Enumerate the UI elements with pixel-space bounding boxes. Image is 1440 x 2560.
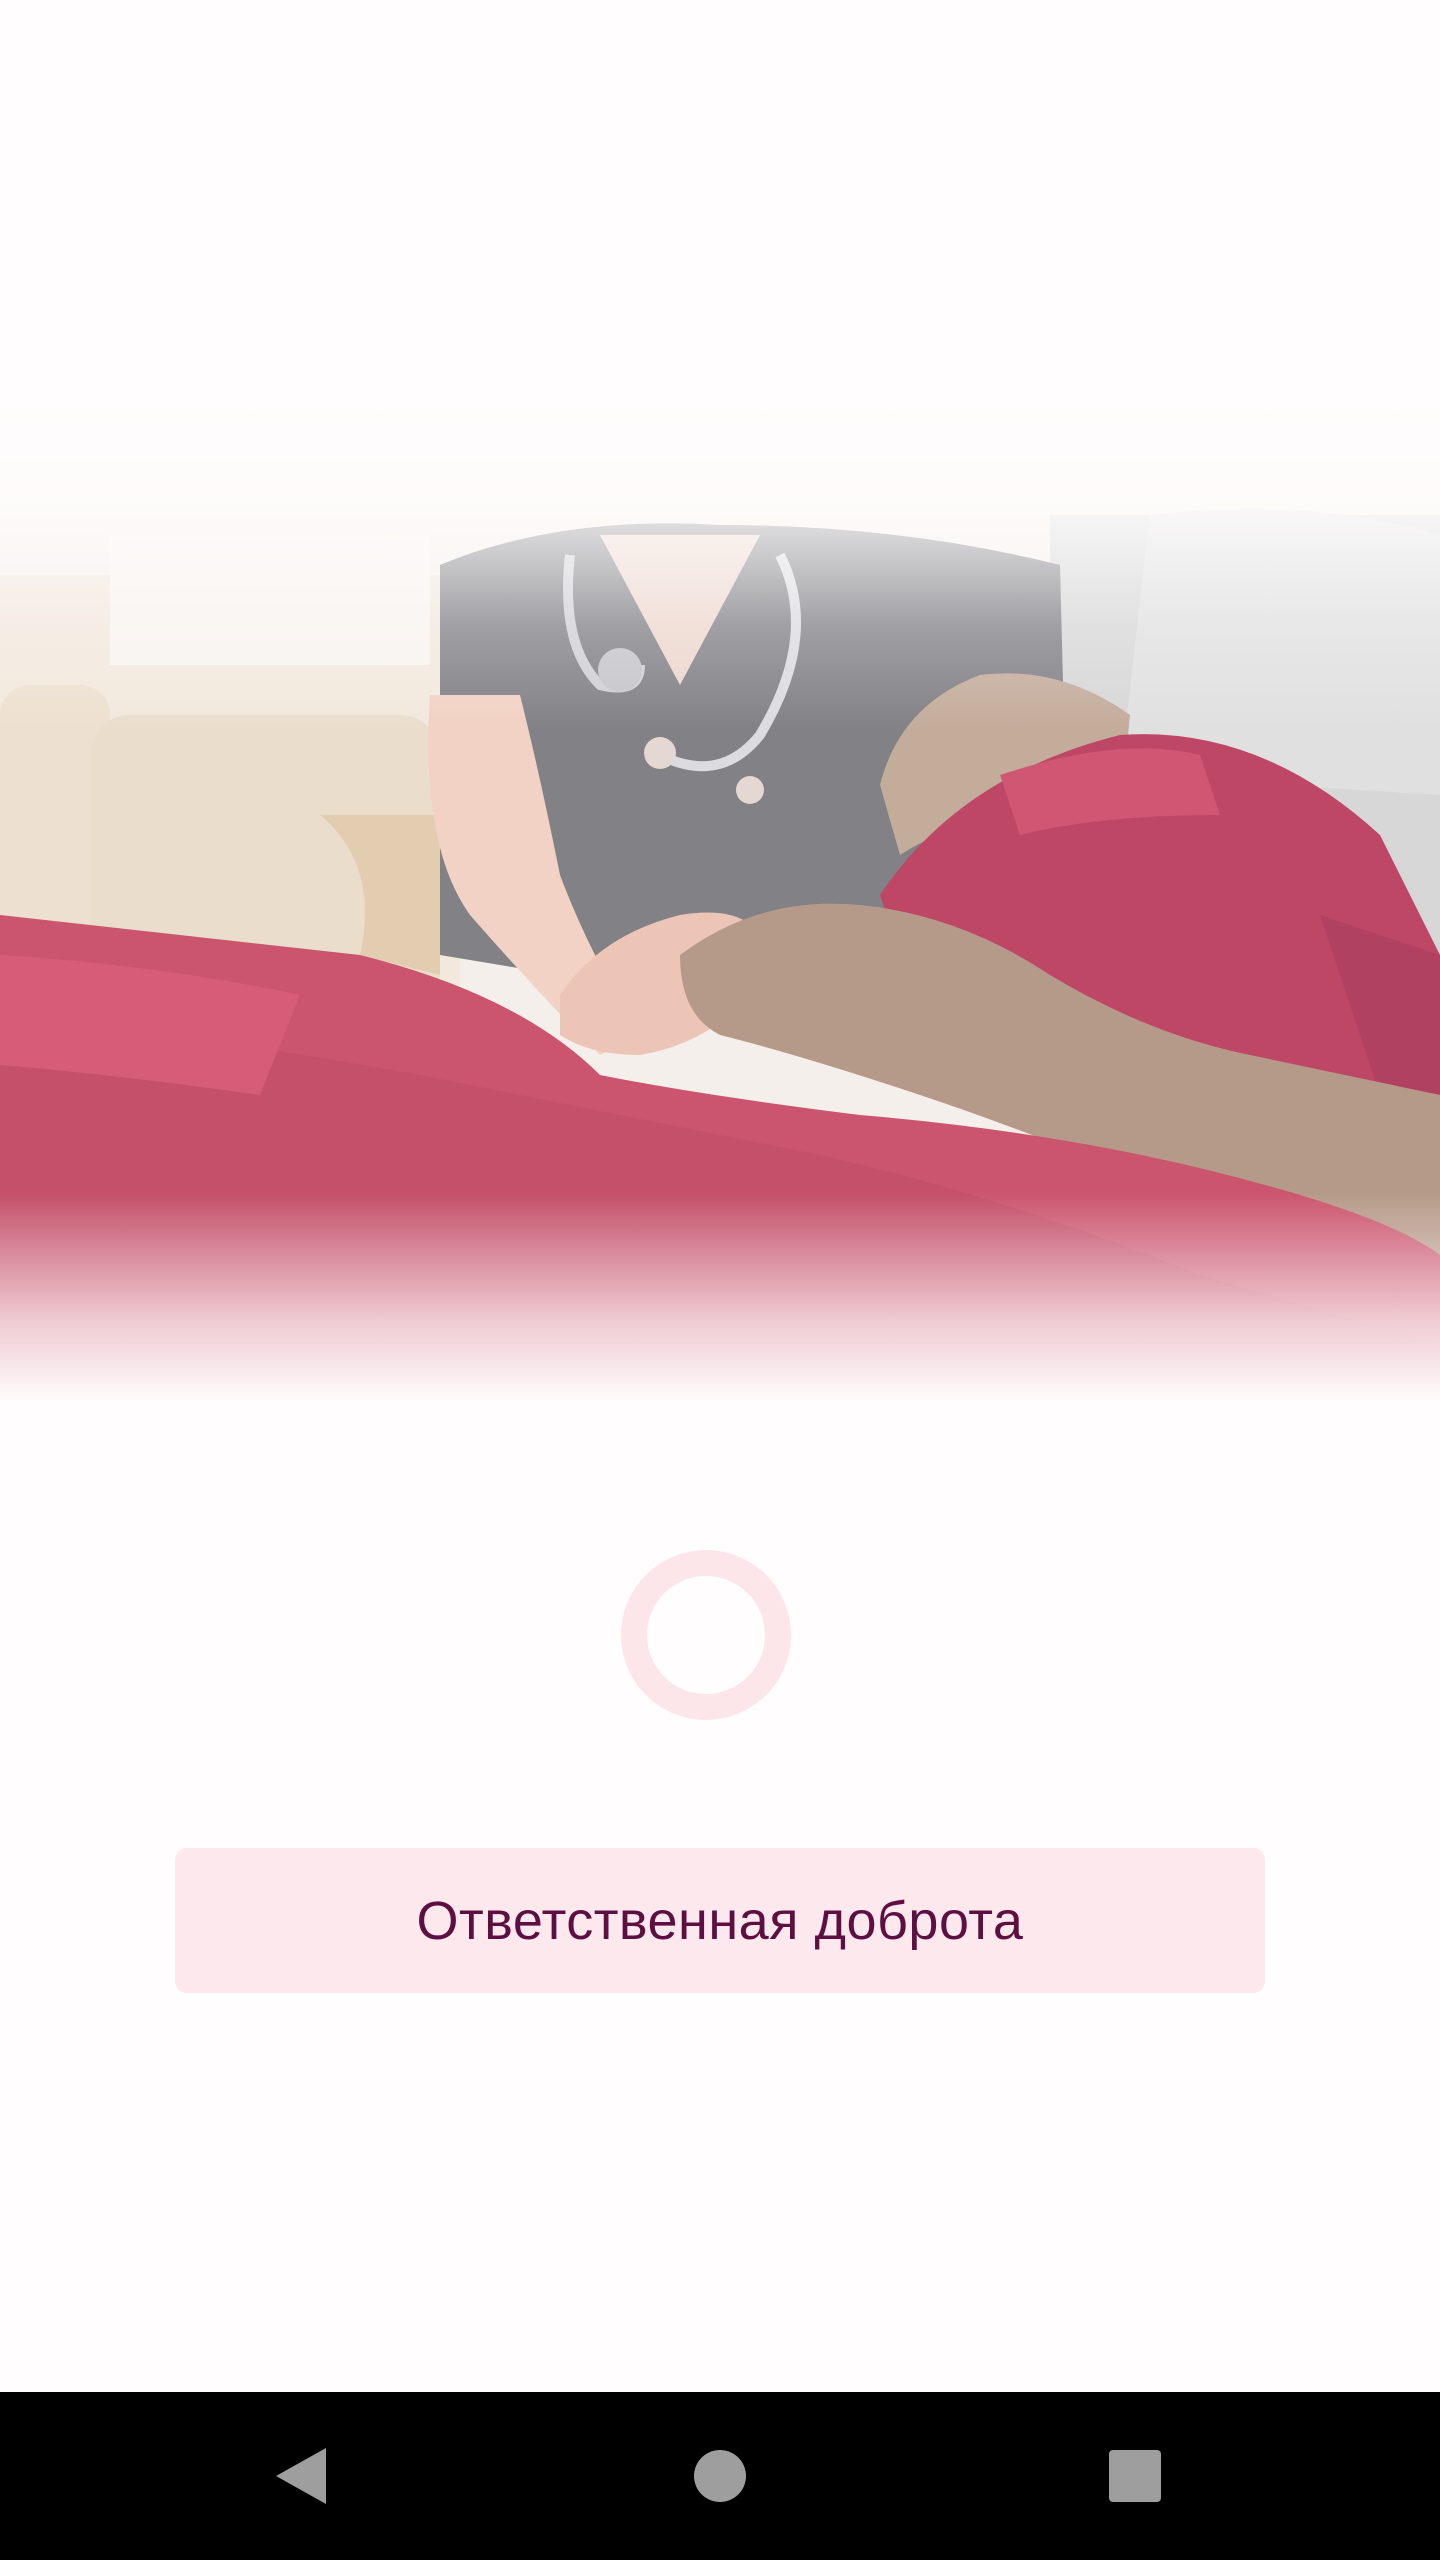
- tagline-card: Ответственная доброта: [175, 1848, 1265, 1993]
- home-button[interactable]: [620, 2392, 820, 2560]
- back-button[interactable]: [200, 2392, 400, 2560]
- system-navigation-bar: [0, 2392, 1440, 2560]
- home-circle-icon: [694, 2450, 746, 2502]
- splash-screen: Ответственная доброта: [0, 0, 1440, 2560]
- back-triangle-icon: [276, 2448, 326, 2504]
- loading-spinner-icon: [621, 1550, 791, 1720]
- tagline-text: Ответственная доброта: [416, 1890, 1024, 1951]
- recents-square-icon: [1109, 2450, 1161, 2502]
- recents-button[interactable]: [1035, 2392, 1235, 2560]
- hero-image: [0, 395, 1440, 1445]
